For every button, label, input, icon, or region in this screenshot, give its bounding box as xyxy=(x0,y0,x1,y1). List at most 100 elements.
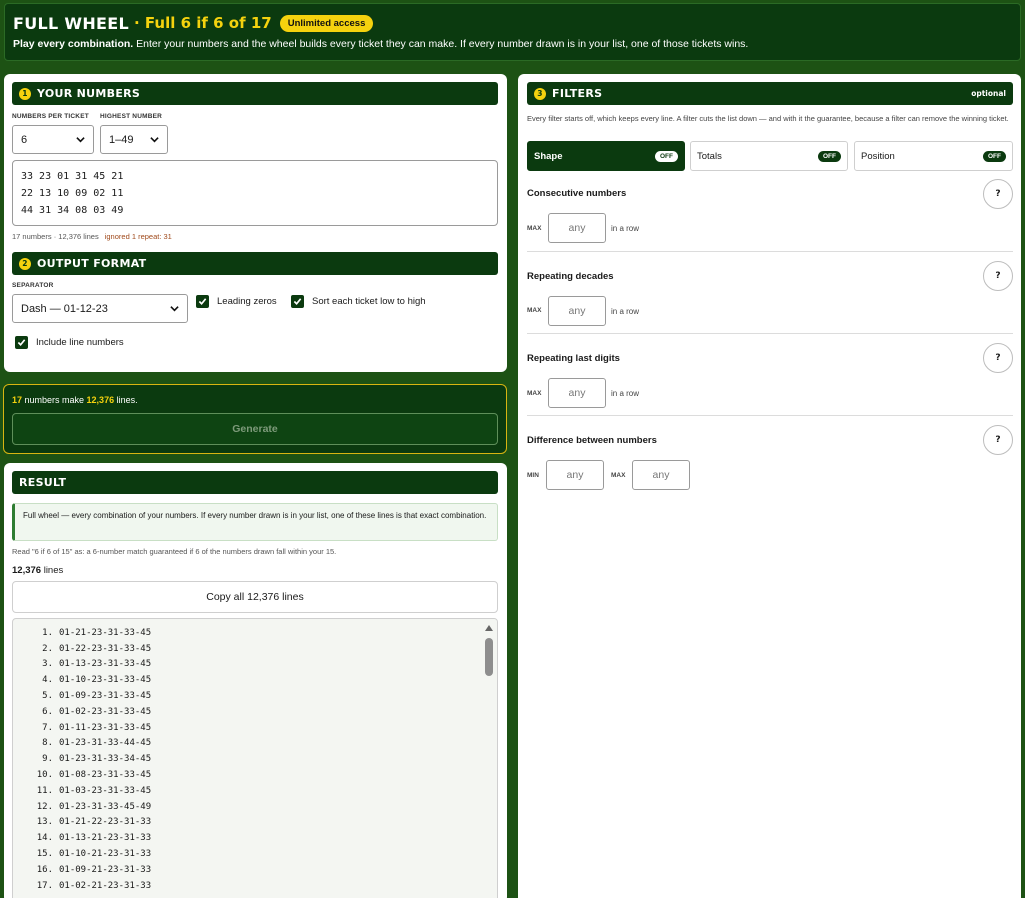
scroll-thumb[interactable] xyxy=(485,638,493,676)
result-line: 12. 01-23-31-33-45-49 xyxy=(13,799,497,815)
line-ticket: 01-10-23-31-33-45 xyxy=(59,675,152,686)
line-ticket: 01-21-22-23-31-33 xyxy=(59,817,152,828)
chevron-down-icon xyxy=(150,137,159,143)
tab-state-badge: OFF xyxy=(655,150,678,162)
line-ticket: 01-13-23-31-33-45 xyxy=(59,659,152,670)
in-a-row-label: in a row xyxy=(611,307,640,316)
decades-help-button[interactable]: ? xyxy=(983,261,1013,291)
difference-max-input[interactable]: any xyxy=(632,460,690,490)
result-lines-list[interactable]: 1. 01-21-23-31-33-45 2. 01-22-23-31-33-45 3.… xyxy=(12,618,498,898)
min-label: MIN xyxy=(527,472,539,479)
line-ticket: 01-02-23-31-33-45 xyxy=(59,706,152,717)
decades-max-input[interactable]: any xyxy=(548,296,606,326)
consecutive-max-input[interactable]: any xyxy=(548,213,606,243)
optional-label: optional xyxy=(971,89,1006,98)
tab-position[interactable]: Position OFF xyxy=(854,141,1013,171)
separator-select[interactable]: Dash — 01-12-23 xyxy=(12,294,188,323)
separator-label: SEPARATOR xyxy=(12,282,54,289)
app-subtitle: · Full 6 if 6 of 17 xyxy=(133,14,272,32)
generate-panel: 17 numbers make 12,376 lines. Generate xyxy=(3,384,507,454)
difference-min-input[interactable]: any xyxy=(546,460,604,490)
per-ticket-select[interactable]: 6 xyxy=(12,125,94,154)
sort-checkbox[interactable]: Sort each ticket low to high xyxy=(291,295,426,308)
result-info: Full wheel — every combination of your n… xyxy=(12,503,498,541)
line-ticket: 01-22-23-31-33-45 xyxy=(59,643,152,654)
result-line: 14. 01-13-21-23-31-33 xyxy=(13,830,497,846)
line-ticket: 01-08-23-31-33-45 xyxy=(59,770,152,781)
result-line: 7. 01-11-23-31-33-45 xyxy=(13,720,497,736)
line-ticket: 01-11-23-31-33-45 xyxy=(59,722,152,733)
app-header: FULL WHEEL · Full 6 if 6 of 17 Unlimited… xyxy=(4,3,1021,61)
per-ticket-label: NUMBERS PER TICKET xyxy=(12,113,89,120)
generate-button[interactable]: Generate xyxy=(12,413,498,445)
app-description: Play every combination. Enter your numbe… xyxy=(13,38,749,50)
result-line: 9. 01-23-31-33-34-45 xyxy=(13,751,497,767)
in-a-row-label: in a row xyxy=(611,389,640,398)
line-ticket: 01-23-31-33-45-49 xyxy=(59,801,152,812)
decades-filter-title: Repeating decades xyxy=(527,271,614,282)
line-number: 3. xyxy=(42,659,53,670)
check-icon xyxy=(291,295,304,308)
difference-help-button[interactable]: ? xyxy=(983,425,1013,455)
check-icon xyxy=(196,295,209,308)
highest-number-label: HIGHEST NUMBER xyxy=(100,113,163,120)
filters-header: 3 FILTERS optional xyxy=(527,82,1013,105)
line-number: 14. xyxy=(36,833,53,844)
line-number: 13. xyxy=(36,817,53,828)
numbers-input[interactable]: 33 23 01 31 45 21 22 13 10 09 02 11 44 3… xyxy=(12,160,498,226)
line-ticket: 01-09-21-23-31-33 xyxy=(59,864,152,875)
line-number: 8. xyxy=(42,738,53,749)
divider xyxy=(527,415,1013,416)
in-a-row-label: in a row xyxy=(611,224,640,233)
line-ticket: 01-21-23-31-33-45 xyxy=(59,627,152,638)
line-ticket: 01-13-21-23-31-33 xyxy=(59,833,152,844)
output-format-header: 2 OUTPUT FORMAT xyxy=(12,252,498,275)
result-line: 11. 01-03-23-31-33-45 xyxy=(13,783,497,799)
result-line: 13. 01-21-22-23-31-33 xyxy=(13,815,497,831)
line-numbers-checkbox[interactable]: Include line numbers xyxy=(15,336,124,349)
result-line: 6. 01-02-23-31-33-45 xyxy=(13,704,497,720)
max-label: MAX xyxy=(527,390,542,397)
numbers-panel: 1 YOUR NUMBERS NUMBERS PER TICKET HIGHES… xyxy=(4,74,507,372)
leading-zeros-checkbox[interactable]: Leading zeros xyxy=(196,295,277,308)
generate-summary: 17 numbers make 12,376 lines. xyxy=(12,395,138,405)
filters-description: Every filter starts off, which keeps eve… xyxy=(527,114,1009,123)
copy-all-button[interactable]: Copy all 12,376 lines xyxy=(12,581,498,613)
numbers-stats: 17 numbers · 12,376 lines ignored 1 repea… xyxy=(12,232,172,241)
divider xyxy=(527,251,1013,252)
last-digits-filter-title: Repeating last digits xyxy=(527,353,620,364)
last-digits-help-button[interactable]: ? xyxy=(983,343,1013,373)
result-line: 17. 01-02-21-23-31-33 xyxy=(13,878,497,894)
highest-number-select[interactable]: 1–49 xyxy=(100,125,168,154)
result-line: 1. 01-21-23-31-33-45 xyxy=(13,625,497,641)
result-line: 8. 01-23-31-33-44-45 xyxy=(13,736,497,752)
max-label: MAX xyxy=(527,225,542,232)
line-ticket: 01-10-21-23-31-33 xyxy=(59,849,152,860)
scroll-up-icon[interactable] xyxy=(485,625,493,631)
divider xyxy=(527,333,1013,334)
line-ticket: 01-09-23-31-33-45 xyxy=(59,691,152,702)
line-number: 15. xyxy=(36,849,53,860)
check-icon xyxy=(15,336,28,349)
result-line: 5. 01-09-23-31-33-45 xyxy=(13,688,497,704)
your-numbers-header: 1 YOUR NUMBERS xyxy=(12,82,498,105)
repeat-warning: ignored 1 repeat: 31 xyxy=(104,232,172,241)
consecutive-filter-title: Consecutive numbers xyxy=(527,188,627,199)
line-number: 11. xyxy=(36,785,53,796)
line-number: 5. xyxy=(42,691,53,702)
line-number: 16. xyxy=(36,864,53,875)
consecutive-help-button[interactable]: ? xyxy=(983,179,1013,209)
tab-shape[interactable]: Shape OFF xyxy=(527,141,685,171)
result-line: 4. 01-10-23-31-33-45 xyxy=(13,672,497,688)
last-digits-max-input[interactable]: any xyxy=(548,378,606,408)
tab-state-badge: OFF xyxy=(818,150,841,162)
line-number: 1. xyxy=(42,627,53,638)
scrollbar[interactable] xyxy=(481,619,497,898)
tab-totals[interactable]: Totals OFF xyxy=(690,141,848,171)
line-ticket: 01-23-31-33-44-45 xyxy=(59,738,152,749)
result-note: Read "6 if 6 of 15" as: a 6-number match… xyxy=(12,547,337,556)
result-line: 15. 01-10-21-23-31-33 xyxy=(13,846,497,862)
line-ticket: 01-23-31-33-34-45 xyxy=(59,754,152,765)
access-badge: Unlimited access xyxy=(279,14,374,32)
line-number: 2. xyxy=(42,643,53,654)
